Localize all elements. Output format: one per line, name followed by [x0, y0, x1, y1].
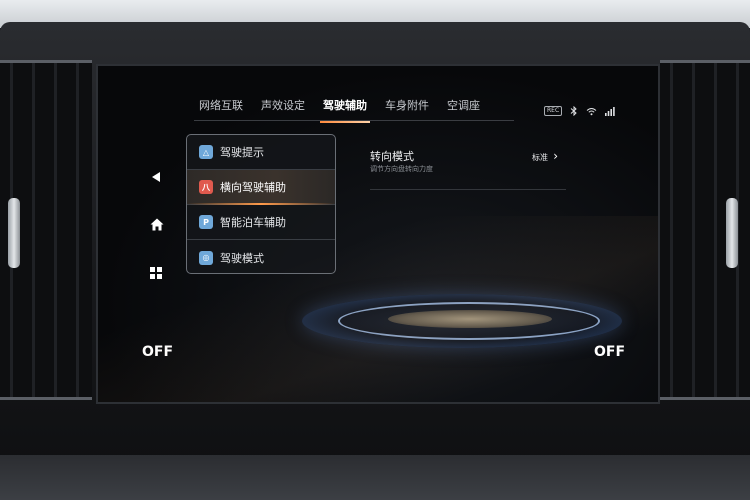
- bluetooth-icon: [570, 106, 578, 116]
- menu-item-lateral-assist[interactable]: 八 横向驾驶辅助: [187, 170, 335, 205]
- left-air-vent: [0, 60, 92, 400]
- tab-network[interactable]: 网络互联: [190, 96, 252, 120]
- setting-title: 转向模式: [370, 150, 414, 163]
- tab-driving-assist[interactable]: 驾驶辅助: [314, 96, 376, 123]
- tab-body-accessories[interactable]: 车身附件: [376, 96, 438, 120]
- status-bar: REC: [544, 106, 615, 116]
- right-vent-knob: [726, 198, 738, 268]
- wifi-icon: [586, 107, 597, 116]
- driving-assist-menu: △ 驾驶提示 八 横向驾驶辅助 P 智能泊车辅助 ◎ 驾驶模式: [186, 134, 336, 274]
- left-vent-knob: [8, 198, 20, 268]
- lane-assist-icon: 八: [199, 180, 213, 194]
- home-icon[interactable]: [150, 216, 164, 235]
- back-icon[interactable]: [150, 168, 162, 187]
- infotainment-screen: 网络互联 声效设定 驾驶辅助 车身附件 空调座 REC △ 驾驶提示 八 横向驾…: [96, 64, 660, 404]
- tabs-underline: [194, 120, 514, 121]
- dashboard-bottom: [0, 455, 750, 500]
- menu-item-label: 驾驶提示: [220, 146, 264, 159]
- right-climate-off-button[interactable]: OFF: [594, 344, 625, 360]
- chevron-right-icon: ›: [553, 149, 558, 163]
- settings-tabs: 网络互联 声效设定 驾驶辅助 车身附件 空调座: [190, 96, 489, 123]
- apps-grid-icon[interactable]: [150, 264, 162, 283]
- right-air-vent: [660, 60, 750, 400]
- rec-badge: REC: [544, 106, 563, 116]
- signal-icon: [605, 106, 615, 116]
- ambient-ring-inner: [388, 310, 552, 328]
- setting-subtitle: 调节方向盘转向力度: [370, 165, 433, 173]
- steering-mode-setting[interactable]: 转向模式 调节方向盘转向力度 标准 ›: [370, 146, 566, 190]
- menu-item-smart-parking[interactable]: P 智能泊车辅助: [187, 205, 335, 240]
- setting-value: 标准: [532, 153, 548, 162]
- drive-mode-icon: ◎: [199, 250, 213, 265]
- menu-item-label: 智能泊车辅助: [220, 216, 286, 229]
- menu-item-label: 驾驶模式: [220, 251, 264, 265]
- menu-item-driving-tips[interactable]: △ 驾驶提示: [187, 135, 335, 170]
- tab-sound[interactable]: 声效设定: [252, 96, 314, 120]
- left-climate-off-button[interactable]: OFF: [142, 344, 173, 360]
- menu-item-drive-mode[interactable]: ◎ 驾驶模式: [187, 240, 335, 275]
- warning-triangle-icon: △: [199, 145, 213, 159]
- tab-climate-seat[interactable]: 空调座: [438, 96, 489, 120]
- menu-item-label: 横向驾驶辅助: [220, 181, 286, 194]
- parking-icon: P: [199, 215, 213, 229]
